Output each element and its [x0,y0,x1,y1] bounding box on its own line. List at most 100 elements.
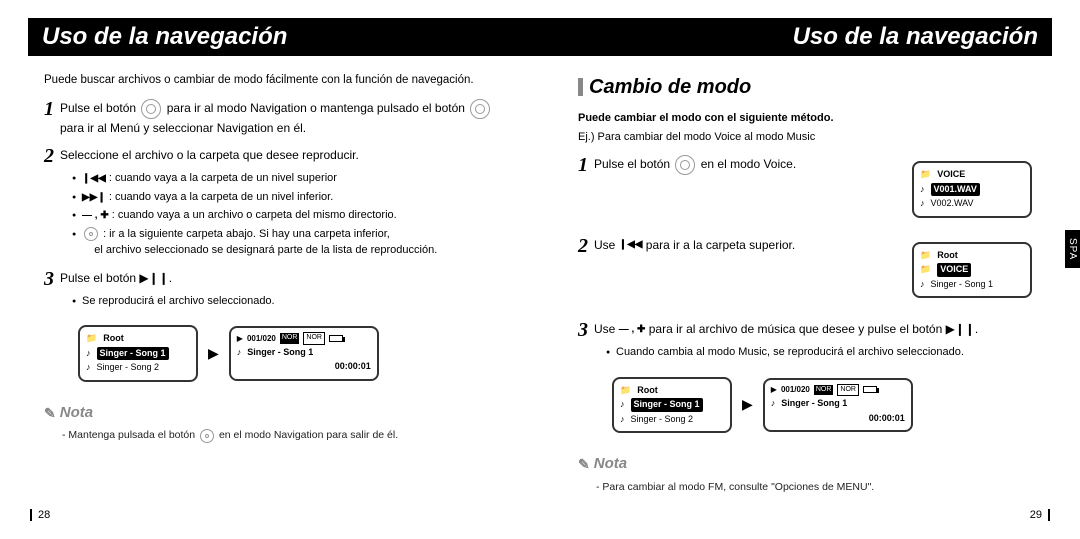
lcd-screen-nav: Root Singer - Song 1 Singer - Song 2 [612,377,732,434]
nor-badge: NOR [837,384,859,397]
section-title: Cambio de modo [578,72,1036,102]
step-text: Seleccione el archivo o la carpeta que d… [60,146,359,165]
step3-bullets: Se reproducirá el archivo seleccionado. [72,293,504,310]
step1-block: VOICE V001.WAV V002.WAV 1 Pulse el botón… [578,155,1036,224]
music-icon [920,278,927,292]
step-1: 1 Pulse el botón para ir al modo Navigat… [44,99,504,138]
lcd-song: Singer - Song 1 [247,346,313,360]
minus-plus-icon: — , ✚ [619,322,646,338]
bullet: Se reproducirá el archivo seleccionado. [72,293,504,310]
lcd-pair: Root Singer - Song 1 Singer - Song 2 ▶ ▶… [74,319,504,388]
step2-block: Root VOICE Singer - Song 1 2 Use ❙◀◀ par… [578,236,1036,305]
lcd-screen-nav: Root Singer - Song 1 Singer - Song 2 [78,325,198,382]
bullet: ❙◀◀ : cuando vaya a la carpeta de un niv… [72,170,504,187]
header-right: Uso de la navegación [540,18,1052,56]
battery-icon [329,335,343,342]
step1-text-c: para ir al Menú y seleccionar Navigation… [60,121,306,135]
lcd-title: Root [103,332,124,346]
step1-text-b: para ir al modo Navigation o mantenga pu… [167,101,465,115]
page-left: Uso de la navegación Puede buscar archiv… [0,0,540,539]
nota-body: - Para cambiar al modo FM, consulte "Opc… [596,480,1036,496]
arrow-right-icon: ▶ [742,394,753,415]
nav-button-icon [84,227,98,241]
bullet-text: el archivo seleccionado se designará par… [94,244,437,256]
step-2: 2 Use ❙◀◀ para ir a la carpeta superior. [578,236,908,256]
step-text: Use ❙◀◀ para ir a la carpeta superior. [594,236,795,255]
battery-icon [863,386,877,393]
nav-button-icon [675,155,695,175]
text: Use [594,238,615,252]
folder-icon [620,384,633,398]
lcd-row-selected: Singer - Song 1 [631,398,703,412]
lcd-row: Singer - Song 2 [97,361,160,375]
nav-button-icon [200,429,214,443]
header-left: Uso de la navegación [28,18,540,56]
fast-forward-icon: ▶▶❙ [82,190,106,205]
lcd-screen-play: ▶001/020NORNOR Singer - Song 1 00:00:01 [763,378,913,433]
folder-icon [920,168,933,182]
lcd-title: Root [637,384,658,398]
lcd-row-selected: Singer - Song 1 [97,347,169,361]
nota-heading: Nota [578,453,1036,476]
step3-bullets: Cuando cambia al modo Music, se reproduc… [606,344,1036,361]
step-text: Pulse el botón ▶❙❙. [60,269,172,288]
lcd-screen-root: Root VOICE Singer - Song 1 [912,242,1032,299]
nav-button-icon [141,99,161,119]
page-right: Uso de la navegación SPA Cambio de modo … [540,0,1080,539]
example-text: Ej.) Para cambiar del modo Voice al modo… [578,129,1036,146]
lcd-title: VOICE [937,168,965,182]
nor-badge: NOR [303,332,325,345]
text: Use [594,322,615,336]
lcd-time: 00:00:01 [335,360,371,374]
lcd-title: Root [937,249,958,263]
lcd-track: 001/020 [247,333,276,345]
text: para ir al archivo de música que desee y… [649,322,979,336]
bullet-text: : cuando vaya a la carpeta de un nivel i… [109,191,333,203]
step-text: Pulse el botón para ir al modo Navigatio… [60,99,504,138]
bullet-text: : cuando vaya a la carpeta de un nivel s… [109,172,337,184]
step2-bullets: ❙◀◀ : cuando vaya a la carpeta de un niv… [72,170,504,259]
step-1: 1 Pulse el botón en el modo Voice. [578,155,908,175]
nor-badge: NOR [814,385,834,396]
text: para ir a la carpeta superior. [646,238,795,252]
bullet: Cuando cambia al modo Music, se reproduc… [606,344,1036,361]
music-icon [771,397,778,411]
arrow-right-icon: ▶ [208,343,219,364]
play-icon: ▶ [771,384,777,396]
header-title: Uso de la navegación [793,23,1038,51]
folder-icon [920,263,933,277]
music-icon [620,398,627,412]
rewind-icon: ❙◀◀ [619,237,643,253]
nota-text-b: en el modo Navigation para salir de él. [219,429,398,441]
bullet: ▶▶❙ : cuando vaya a la carpeta de un niv… [72,189,504,206]
step-text: Pulse el botón en el modo Voice. [594,155,796,175]
text: Pulse el botón [594,157,670,171]
play-icon: ▶ [237,333,243,345]
text: en el modo Voice. [701,157,796,171]
music-icon [86,347,93,361]
page-body-left: Puede buscar archivos o cambiar de modo … [0,56,540,444]
step1-text-a: Pulse el botón [60,101,136,115]
lcd-row-selected: VOICE [937,263,971,277]
nor-badge: NOR [280,333,300,344]
step-number: 3 [578,320,588,340]
language-tab: SPA [1065,230,1080,268]
lcd-track: 001/020 [781,384,810,396]
lcd-row: V002.WAV [931,197,974,211]
step-number: 1 [44,99,54,119]
music-icon [237,346,244,360]
bullet: — , ✚ : cuando vaya a un archivo o carpe… [72,207,504,224]
lcd-row-selected: V001.WAV [931,183,980,197]
step-number: 1 [578,155,588,175]
page-number: 28 [30,509,50,521]
bullet-text: : cuando vaya a un archivo o carpeta del… [112,209,397,221]
folder-icon [920,249,933,263]
step-number: 2 [578,236,588,256]
lcd-row: Singer - Song 2 [631,413,694,427]
step-3: 3 Pulse el botón ▶❙❙. [44,269,504,289]
minus-plus-icon: — , ✚ [82,208,109,223]
music-icon [620,413,627,427]
header-title: Uso de la navegación [42,23,287,51]
lcd-pair: Root Singer - Song 1 Singer - Song 2 ▶ ▶… [608,371,1036,440]
lcd-time: 00:00:01 [869,412,905,426]
